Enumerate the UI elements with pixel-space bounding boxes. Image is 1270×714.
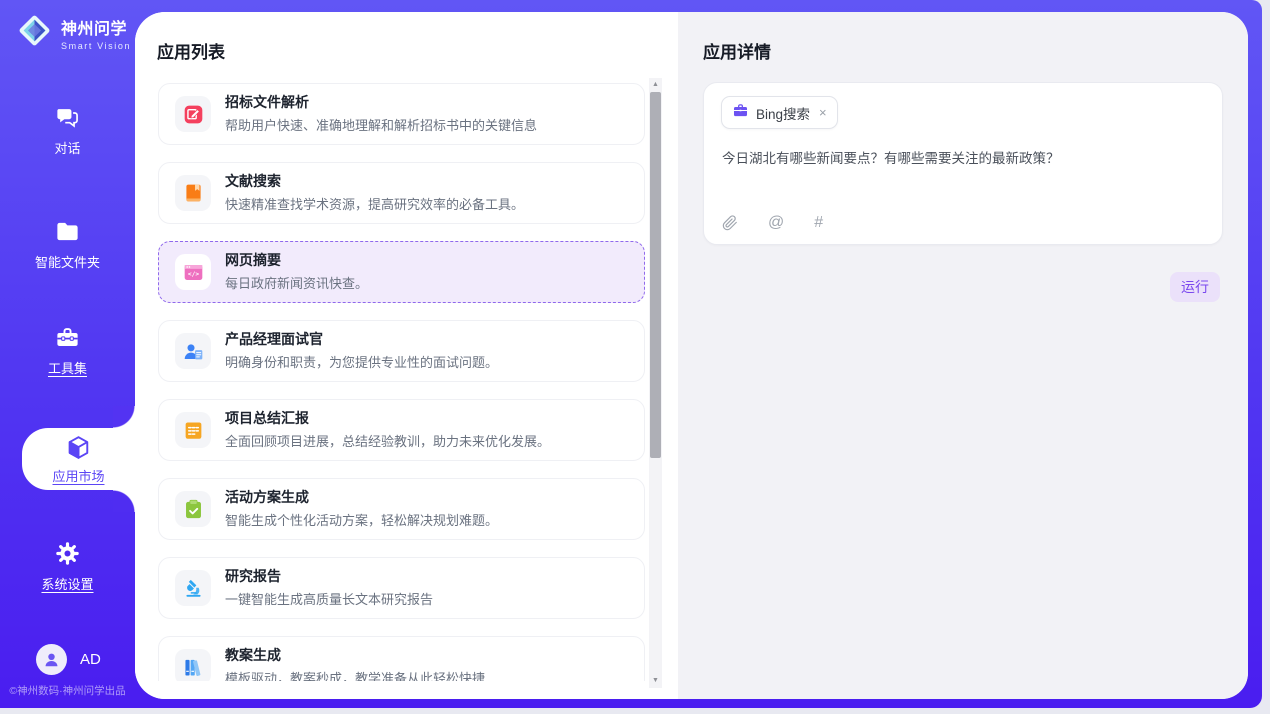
research-icon	[175, 570, 211, 606]
app-card-text: 研究报告一键智能生成高质量长文本研究报告	[225, 568, 433, 608]
app-card-project-summary[interactable]: 项目总结汇报全面回顾项目进展，总结经验教训，助力未来优化发展。	[158, 399, 645, 461]
app-detail-panel: 应用详情 Bing搜索 × 今日湖北有哪些新闻要点？有哪些需要关注的最新政策？ …	[678, 12, 1248, 699]
sidebar: 神州问学 Smart Vision 对话智能文件夹工具集应用市场系统设置 AD …	[0, 0, 135, 708]
app-card-desc: 帮助用户快速、准确地理解和解析招标书中的关键信息	[225, 115, 537, 134]
brand-tagline: Smart Vision	[61, 41, 131, 51]
tool-chip-label: Bing搜索	[756, 103, 810, 123]
scroll-up-icon[interactable]: ▲	[649, 80, 662, 90]
sidebar-item-smart-folder[interactable]: 智能文件夹	[0, 218, 135, 271]
app-card-text: 产品经理面试官明确身份和职责，为您提供专业性的面试问题。	[225, 331, 498, 371]
app-card-title: 研究报告	[225, 568, 433, 585]
app-card-title: 网页摘要	[225, 252, 368, 269]
app-card-title: 招标文件解析	[225, 94, 537, 111]
sidebar-item-chat[interactable]: 对话	[0, 104, 135, 157]
app-card-text: 招标文件解析帮助用户快速、准确地理解和解析招标书中的关键信息	[225, 94, 537, 134]
sidebar-item-settings[interactable]: 系统设置	[0, 540, 135, 593]
brand-name: 神州问学	[61, 15, 131, 39]
user-profile[interactable]: AD	[36, 644, 101, 675]
at-icon[interactable]: @	[768, 215, 784, 231]
paperclip-icon[interactable]	[722, 215, 738, 231]
cube-icon	[65, 434, 92, 461]
edit-document-icon	[175, 96, 211, 132]
prompt-card: Bing搜索 × 今日湖北有哪些新闻要点？有哪些需要关注的最新政策？ @#	[703, 82, 1223, 245]
scroll-down-icon[interactable]: ▼	[649, 676, 662, 686]
brand-logo-icon	[16, 12, 53, 54]
app-card-text: 项目总结汇报全面回顾项目进展，总结经验教训，助力未来优化发展。	[225, 410, 550, 450]
app-cards: 招标文件解析帮助用户快速、准确地理解和解析招标书中的关键信息文献搜索快速精准查找…	[158, 83, 645, 681]
app-list-title: 应用列表	[157, 38, 225, 63]
app-card-desc: 每日政府新闻资讯快查。	[225, 273, 368, 292]
app-card-text: 教案生成模板驱动，教案秒成，教学准备从此轻松快捷	[225, 647, 485, 681]
composer-toolbar: @#	[722, 215, 823, 231]
briefcase-icon	[732, 102, 749, 124]
app-card-title: 活动方案生成	[225, 489, 498, 506]
chat-icon	[54, 104, 81, 131]
app-card-desc: 明确身份和职责，为您提供专业性的面试问题。	[225, 352, 498, 371]
content-card: 应用列表 招标文件解析帮助用户快速、准确地理解和解析招标书中的关键信息文献搜索快…	[135, 12, 1248, 699]
brand: 神州问学 Smart Vision	[16, 12, 131, 54]
sidebar-item-label: 智能文件夹	[35, 252, 100, 271]
app-card-title: 项目总结汇报	[225, 410, 550, 427]
app-card-pm-interviewer[interactable]: 产品经理面试官明确身份和职责，为您提供专业性的面试问题。	[158, 320, 645, 382]
sidebar-item-label: 应用市场	[52, 466, 104, 485]
interviewer-icon	[175, 333, 211, 369]
folder-icon	[54, 218, 81, 245]
app-card-text: 活动方案生成智能生成个性化活动方案，轻松解决规划难题。	[225, 489, 498, 529]
app-window: 神州问学 Smart Vision 对话智能文件夹工具集应用市场系统设置 AD …	[0, 0, 1270, 714]
user-initials: AD	[80, 651, 101, 668]
app-card-lesson-plan[interactable]: 教案生成模板驱动，教案秒成，教学准备从此轻松快捷	[158, 636, 645, 681]
book-icon	[175, 175, 211, 211]
app-card-desc: 全面回顾项目进展，总结经验教训，助力未来优化发展。	[225, 431, 550, 450]
tool-chip-bing-search[interactable]: Bing搜索 ×	[721, 96, 838, 129]
books-icon	[175, 649, 211, 681]
app-card-event-plan[interactable]: 活动方案生成智能生成个性化活动方案，轻松解决规划难题。	[158, 478, 645, 540]
app-card-tender-analysis[interactable]: 招标文件解析帮助用户快速、准确地理解和解析招标书中的关键信息	[158, 83, 645, 145]
app-card-literature-search[interactable]: 文献搜索快速精准查找学术资源，提高研究效率的必备工具。	[158, 162, 645, 224]
app-card-text: 网页摘要每日政府新闻资讯快查。	[225, 252, 368, 292]
app-card-desc: 一键智能生成高质量长文本研究报告	[225, 589, 433, 608]
avatar	[36, 644, 67, 675]
sidebar-item-app-market[interactable]: 应用市场	[22, 428, 135, 490]
clipboard-check-icon	[175, 491, 211, 527]
svg-text:</>: </>	[187, 271, 198, 278]
sidebar-item-label: 对话	[54, 138, 80, 157]
sidebar-item-toolset[interactable]: 工具集	[0, 324, 135, 377]
toolbox-icon	[54, 324, 81, 351]
app-card-web-summary[interactable]: </> 网页摘要每日政府新闻资讯快查。	[158, 241, 645, 303]
hash-icon[interactable]: #	[814, 215, 823, 231]
app-detail-title: 应用详情	[703, 38, 771, 63]
sidebar-item-label: 系统设置	[41, 574, 93, 593]
gear-icon	[54, 540, 81, 567]
app-card-title: 文献搜索	[225, 173, 524, 190]
app-card-title: 产品经理面试官	[225, 331, 498, 348]
query-text[interactable]: 今日湖北有哪些新闻要点？有哪些需要关注的最新政策？	[722, 149, 1206, 169]
app-card-desc: 快速精准查找学术资源，提高研究效率的必备工具。	[225, 194, 524, 213]
run-button[interactable]: 运行	[1170, 272, 1220, 302]
brand-text: 神州问学 Smart Vision	[61, 15, 131, 51]
app-list-panel: 应用列表 招标文件解析帮助用户快速、准确地理解和解析招标书中的关键信息文献搜索快…	[135, 12, 678, 699]
app-card-title: 教案生成	[225, 647, 485, 664]
scrollbar[interactable]: ▲ ▼	[649, 78, 662, 688]
app-card-research-report[interactable]: 研究报告一键智能生成高质量长文本研究报告	[158, 557, 645, 619]
app-card-text: 文献搜索快速精准查找学术资源，提高研究效率的必备工具。	[225, 173, 524, 213]
sidebar-item-label: 工具集	[48, 358, 87, 377]
copyright: ©神州数码·神州问学出品	[0, 683, 135, 698]
scrollbar-thumb[interactable]	[650, 92, 661, 458]
notepad-icon	[175, 412, 211, 448]
app-card-desc: 智能生成个性化活动方案，轻松解决规划难题。	[225, 510, 498, 529]
close-icon[interactable]: ×	[819, 105, 827, 120]
app-card-desc: 模板驱动，教案秒成，教学准备从此轻松快捷	[225, 668, 485, 681]
browser-code-icon: </>	[175, 254, 211, 290]
